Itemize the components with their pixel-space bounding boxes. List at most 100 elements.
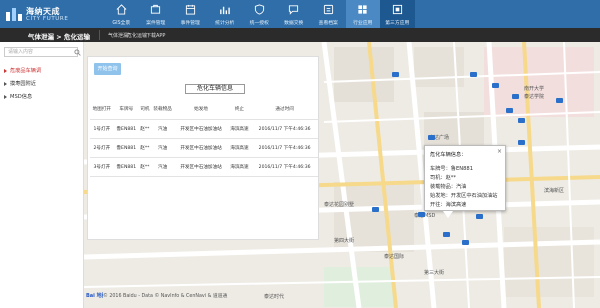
logo-icon [6, 8, 22, 21]
vehicle-info-panel: 开始查询 危化车辆信息 地图打开 车牌号 司机 装载物品 始发地 终止 通过时间… [87, 56, 319, 240]
column-header: 装载物品 [150, 100, 175, 120]
column-header: 始发地 [174, 100, 228, 120]
search-icon[interactable] [74, 49, 81, 56]
vehicle-marker-icon[interactable] [476, 214, 483, 219]
map-label: 泰达花园别墅 [324, 201, 354, 208]
column-header: 地图打开 [90, 100, 114, 120]
nav-archive[interactable]: 查看档案 [311, 0, 346, 28]
cell-cargo: 汽油 [150, 138, 175, 158]
table-row[interactable]: 3号灯开 鲁EN881 赵** 汽油 开发区中石油加油站 海滨高速 2016/1… [90, 157, 318, 177]
search-input[interactable]: 请输入内容 [4, 47, 81, 57]
nav-label: 案件管理 [146, 21, 166, 26]
cell-driver: 赵** [138, 157, 151, 177]
cell-open[interactable]: 1号灯开 [90, 119, 114, 139]
start-query-button[interactable]: 开始查询 [94, 63, 121, 75]
baidu-map-logo: Bai 地图 [86, 293, 103, 299]
map-label: 南开大学 [524, 85, 544, 92]
sub-tab-download-app[interactable]: 下载APP [146, 32, 165, 39]
sidebar-item-nearby[interactable]: 摸寿园附近 [4, 80, 36, 87]
popup-title: 危化车辆信息： [430, 152, 467, 158]
sidebar-item-label: MSD信息 [10, 94, 33, 100]
nav-stats[interactable]: 统计分析 [208, 0, 243, 28]
sidebar-item-label: 危废品车辆调 [10, 68, 42, 74]
popup-pointer [443, 211, 453, 218]
map-label: 滨海新区 [544, 187, 564, 194]
nav-third-party[interactable]: 第三方应用 [380, 0, 415, 28]
cell-cargo: 汽油 [150, 119, 175, 139]
sidebar: 请输入内容 危废品车辆调 摸寿园附近 MSD信息 [0, 42, 84, 308]
sub-tab-gas-leak[interactable]: 气体泄漏 [108, 32, 128, 39]
nav-label: 第三方应用 [385, 21, 410, 26]
divider [99, 30, 100, 40]
nav-label: 数据交换 [284, 21, 304, 26]
panel-title: 危化车辆信息 [185, 84, 245, 94]
cell-time: 2016/11/7 下午4:46:36 [251, 138, 318, 158]
cell-driver: 赵** [138, 138, 151, 158]
vehicle-table: 地图打开 车牌号 司机 装载物品 始发地 终止 通过时间 1号灯开 鲁EN881… [90, 100, 318, 177]
sidebar-item-hazmat[interactable]: 危废品车辆调 [4, 67, 41, 74]
vehicle-marker-icon[interactable] [462, 240, 469, 245]
vehicle-marker-icon[interactable] [428, 135, 435, 140]
vehicle-marker-icon[interactable] [518, 140, 525, 145]
cell-plate: 鲁EN881 [113, 119, 139, 139]
column-header: 通过时间 [251, 100, 318, 120]
table-row[interactable]: 2号灯开 鲁EN881 赵** 汽油 开发区中石油加油站 海滨高速 2016/1… [90, 138, 318, 158]
vehicle-info-popup: 危化车辆信息： × 车牌号：鲁EN881 司机：赵** 装载物品：汽油 始发地：… [424, 145, 506, 218]
nav-label: 统计分析 [215, 21, 235, 26]
nav-label: 事件管理 [180, 21, 200, 26]
nav-exchange[interactable]: 数据交换 [277, 0, 312, 28]
cell-origin: 开发区中石油加油站 [174, 138, 228, 158]
vehicle-marker-icon[interactable] [470, 72, 477, 77]
home-icon [116, 4, 126, 15]
app-icon [392, 4, 402, 15]
popup-dest: 开往：海滨高速 [430, 202, 467, 208]
vehicle-marker-icon[interactable] [392, 72, 399, 77]
cell-time: 2016/11/7 下午4:46:36 [251, 119, 318, 139]
nav-industry[interactable]: 行业应用 [345, 0, 380, 28]
nav-gis[interactable]: GIS全景 [104, 0, 139, 28]
chat-icon [288, 5, 299, 15]
main-nav: GIS全景 案件管理 事件管理 统计分析 统一授权 数据交换 查看档案 行业应用… [104, 0, 415, 28]
popup-cargo: 装载物品：汽油 [430, 184, 467, 190]
app-logo[interactable]: 海纳天成 CITY FUTURE [5, 4, 85, 26]
search-placeholder: 请输入内容 [8, 49, 34, 55]
sidebar-item-msd[interactable]: MSD信息 [4, 93, 32, 100]
column-header: 终止 [227, 100, 252, 120]
cell-open[interactable]: 2号灯开 [90, 138, 114, 158]
map-label: 泰达国际 [384, 253, 404, 260]
shield-icon [254, 4, 264, 15]
close-icon[interactable]: × [497, 148, 502, 155]
caret-icon [4, 94, 7, 99]
map-label: 第四大街 [334, 237, 354, 244]
nav-label: 统一授权 [249, 21, 269, 26]
column-header: 司机 [138, 100, 151, 120]
top-navbar: 海纳天成 CITY FUTURE GIS全景 案件管理 事件管理 统计分析 统一… [0, 0, 600, 28]
cell-plate: 鲁EN881 [113, 138, 139, 158]
grid-icon [358, 5, 367, 14]
cell-dest: 海滨高速 [227, 157, 252, 177]
sub-tab-hazmat[interactable]: 危化运输 [127, 32, 147, 39]
table-row[interactable]: 1号灯开 鲁EN881 赵** 汽油 开发区中石油加油站 海滨高速 2016/1… [90, 119, 318, 139]
vehicle-marker-icon[interactable] [443, 232, 450, 237]
nav-event[interactable]: 事件管理 [173, 0, 208, 28]
nav-case[interactable]: 案件管理 [139, 0, 174, 28]
table-header-row: 地图打开 车牌号 司机 装载物品 始发地 终止 通过时间 [90, 100, 318, 120]
popup-plate: 车牌号：鲁EN881 [430, 166, 473, 172]
nav-auth[interactable]: 统一授权 [242, 0, 277, 28]
archive-icon [323, 4, 333, 15]
column-header: 车牌号 [113, 100, 139, 120]
caret-icon [4, 68, 7, 73]
vehicle-marker-icon[interactable] [418, 212, 425, 217]
map-label: 泰达学院 [524, 93, 544, 100]
vehicle-marker-icon[interactable] [492, 83, 499, 88]
vehicle-marker-icon[interactable] [506, 108, 513, 113]
vehicle-marker-icon[interactable] [556, 98, 563, 103]
vehicle-marker-icon[interactable] [518, 118, 525, 123]
nav-label: 行业应用 [353, 21, 373, 26]
cell-open[interactable]: 3号灯开 [90, 157, 114, 177]
case-icon [150, 4, 161, 14]
cell-dest: 海滨高速 [227, 138, 252, 158]
vehicle-marker-icon[interactable] [512, 94, 519, 99]
popup-driver: 司机：赵** [430, 175, 456, 181]
vehicle-marker-icon[interactable] [372, 207, 379, 212]
